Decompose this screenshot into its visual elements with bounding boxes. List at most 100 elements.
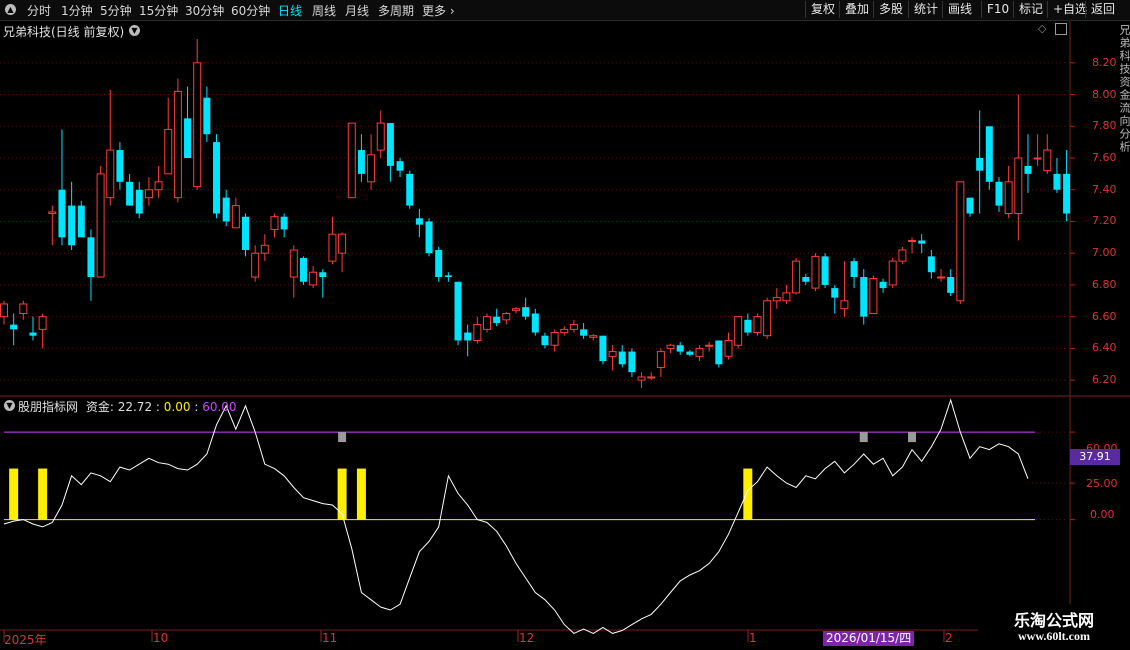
candle-down	[58, 189, 66, 238]
candle-down	[299, 257, 307, 282]
gray-marker	[859, 432, 868, 443]
candle-down	[995, 181, 1003, 206]
stats-button[interactable]: 统计	[908, 1, 943, 18]
candle-down	[686, 351, 694, 355]
candle-down	[918, 240, 926, 244]
candle-down	[744, 319, 752, 333]
candle-down	[213, 142, 221, 214]
candle-up	[96, 173, 105, 278]
candle-down	[77, 205, 85, 238]
candle-up	[908, 240, 917, 243]
candle-up	[367, 154, 376, 183]
candle-up	[637, 376, 646, 381]
price-tick-label: 7.20	[1092, 214, 1117, 228]
draw-line-button[interactable]: 画线	[942, 1, 977, 18]
candle-down	[531, 313, 539, 333]
candle-down	[676, 345, 684, 352]
timeframe-tab-30min[interactable]: 30分钟	[185, 2, 224, 19]
back-button[interactable]: 返回	[1085, 1, 1120, 18]
timeframe-tab-1min[interactable]: 1分钟	[61, 2, 93, 19]
candle-down	[464, 332, 472, 341]
candle-up	[144, 189, 153, 199]
watermark: 乐淘公式网 www.60lt.com	[978, 604, 1130, 650]
candle-up	[154, 181, 163, 191]
candle-up	[695, 347, 704, 357]
price-tick-label: 6.80	[1092, 277, 1117, 291]
candle-up	[260, 244, 269, 254]
candle-down	[522, 307, 530, 317]
candle-down	[947, 277, 955, 293]
indicator-line	[3, 398, 1029, 634]
timeframe-tab-more[interactable]: 更多 ›	[422, 2, 455, 19]
candle-down	[319, 272, 327, 277]
timeframe-tab-multi[interactable]: 多周期	[378, 2, 414, 19]
candle-up	[589, 335, 598, 338]
candle-up	[173, 90, 182, 199]
diamond-icon[interactable]: ◇	[1038, 22, 1046, 35]
candle-down	[599, 335, 607, 362]
candle-down	[541, 335, 549, 346]
candle-up	[792, 260, 801, 294]
chevron-down-icon[interactable]: ▼	[129, 25, 140, 36]
timeframe-tab-weekly[interactable]: 周线	[312, 2, 336, 19]
candle-down	[1024, 165, 1032, 174]
gray-marker	[908, 432, 917, 443]
timeframe-tab-fenshi[interactable]: 分时	[27, 2, 51, 19]
candle-up	[560, 328, 569, 334]
candle-down	[927, 256, 935, 273]
kline-chart[interactable]	[0, 21, 1130, 650]
candle-down	[454, 281, 462, 341]
separator: :	[155, 400, 160, 414]
price-tick-label: 6.40	[1092, 341, 1117, 355]
candle-down	[68, 205, 76, 246]
candle-up	[251, 252, 260, 278]
candle-down	[444, 275, 452, 277]
candle-up	[888, 260, 897, 286]
multi-stock-button[interactable]: 多股	[873, 1, 908, 18]
maximize-icon[interactable]	[1055, 23, 1067, 35]
candle-down	[493, 316, 501, 324]
fuquan-button[interactable]: 复权	[805, 1, 840, 18]
candle-down	[831, 288, 839, 298]
candle-up	[19, 303, 28, 314]
price-tick-label: 6.20	[1092, 373, 1117, 387]
candle-down	[715, 340, 723, 365]
zero-value: 0.00	[163, 400, 191, 414]
candle-up	[48, 211, 57, 215]
candle-down	[850, 261, 858, 277]
candle-up	[705, 344, 714, 347]
price-tick-label: 7.40	[1092, 182, 1117, 196]
menu-icon[interactable]: ▲	[5, 4, 16, 15]
candle-down	[116, 150, 124, 182]
overlay-button[interactable]: 叠加	[839, 1, 874, 18]
candle-up	[231, 205, 240, 229]
timeframe-tab-60min[interactable]: 60分钟	[231, 2, 270, 19]
candle-down	[203, 97, 211, 135]
candle-up	[502, 312, 511, 321]
candle-down	[87, 237, 95, 277]
timeframe-tab-monthly[interactable]: 月线	[345, 2, 369, 19]
timeframe-tab-daily[interactable]: 日线	[278, 2, 302, 19]
candle-down	[135, 189, 143, 214]
signal-bar	[38, 468, 48, 520]
candle-up	[1033, 157, 1042, 160]
candle-down	[126, 181, 134, 206]
indicator-menu-icon[interactable]: ▼	[4, 400, 15, 411]
candle-down	[425, 221, 433, 254]
f10-button[interactable]: F10	[981, 1, 1014, 18]
price-tick-label: 6.60	[1092, 309, 1117, 323]
candle-up	[898, 249, 907, 262]
timeframe-tab-15min[interactable]: 15分钟	[139, 2, 178, 19]
timeframe-tab-5min[interactable]: 5分钟	[100, 2, 132, 19]
candle-down	[628, 351, 636, 373]
candle-up	[772, 297, 781, 302]
price-tick-label: 8.00	[1092, 87, 1117, 101]
mark-button[interactable]: 标记	[1013, 1, 1048, 18]
candle-down	[10, 324, 18, 330]
candle-up	[569, 324, 578, 330]
top-toolbar: ▲ 分时 1分钟 5分钟 15分钟 30分钟 60分钟 日线 周线 月线 多周期…	[0, 0, 1130, 21]
x-label-jan: 1	[749, 631, 757, 645]
candle-up	[956, 181, 965, 302]
candle-up	[782, 292, 791, 302]
candle-up	[376, 122, 385, 151]
